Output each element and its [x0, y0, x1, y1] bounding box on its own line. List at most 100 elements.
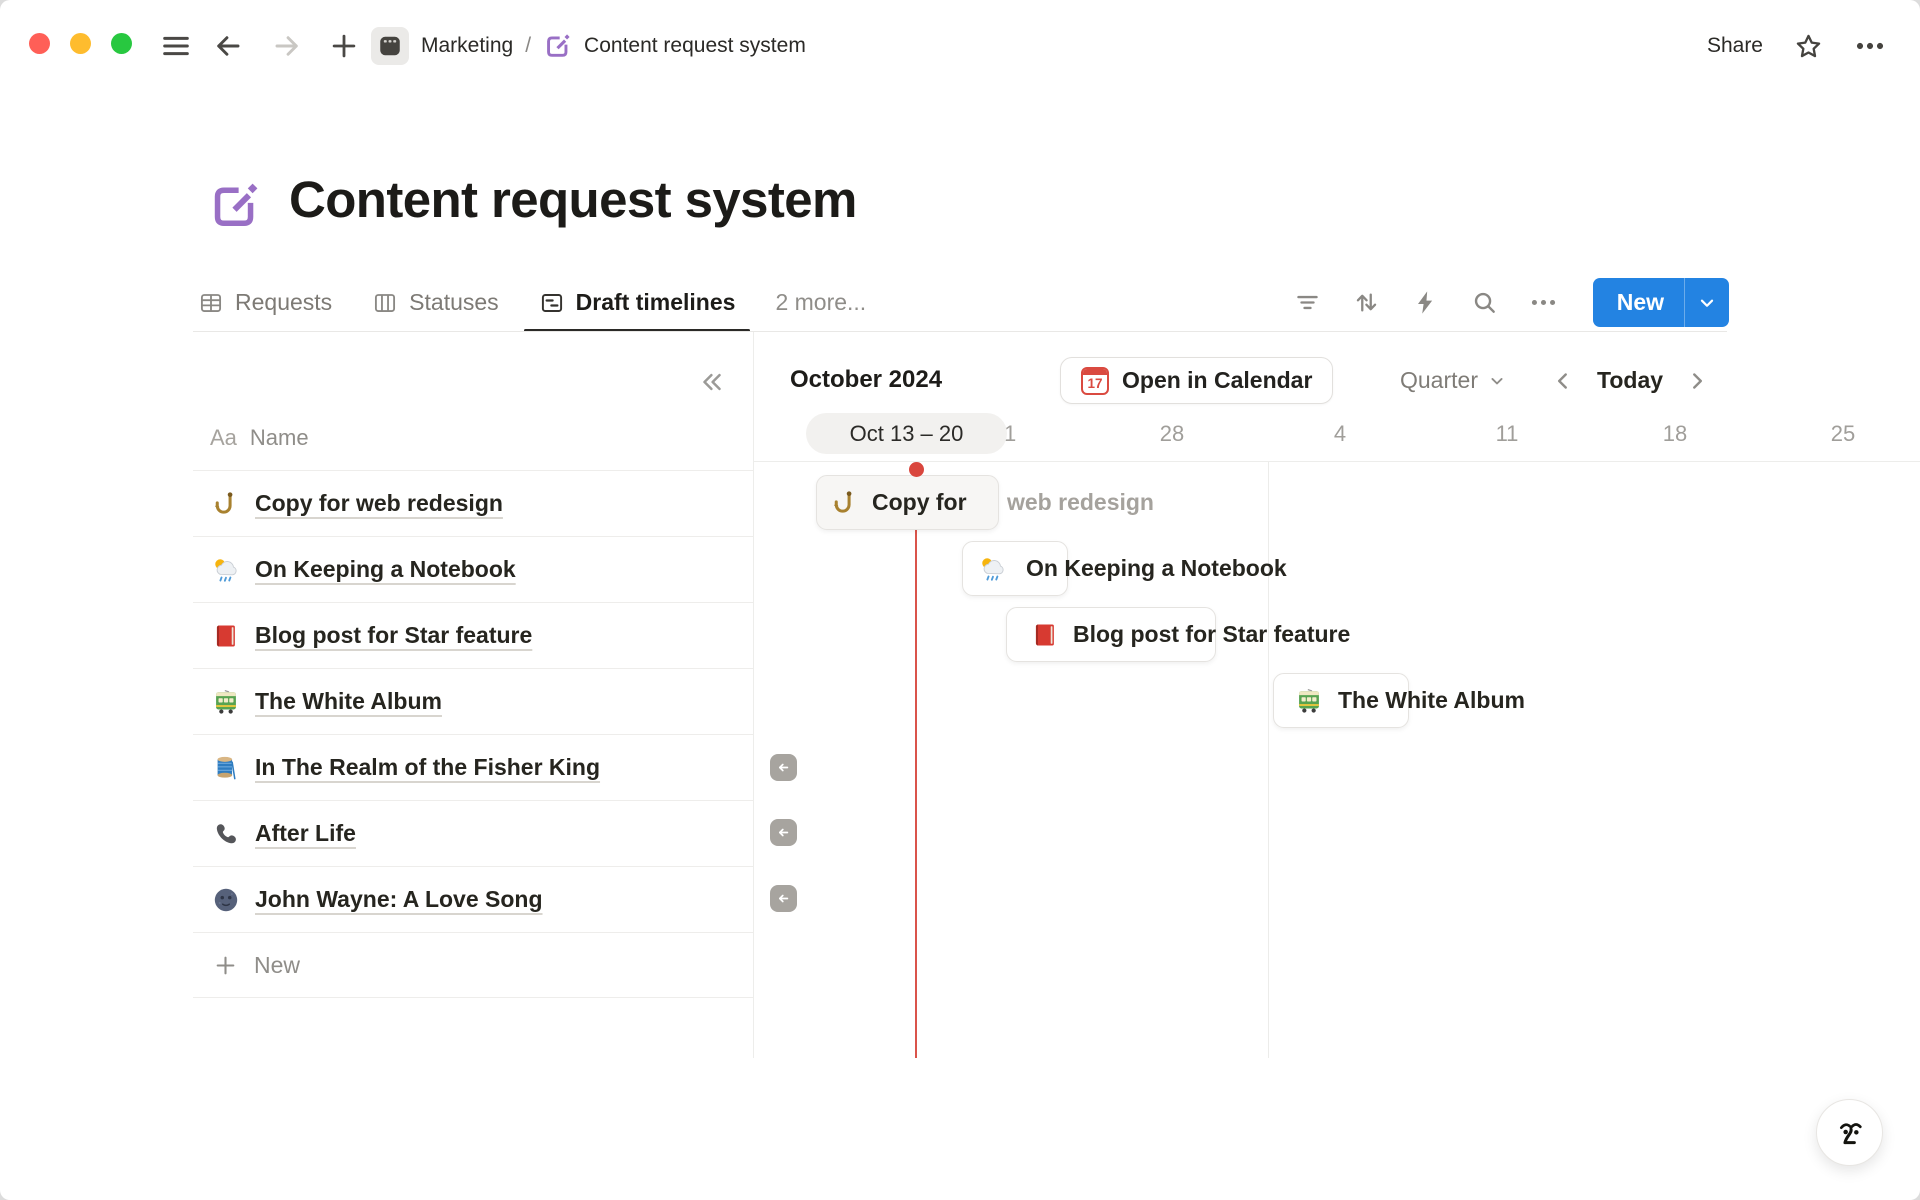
- automations-button[interactable]: [1408, 285, 1444, 321]
- arrow-right-icon: [271, 30, 303, 62]
- scroll-to-item-button[interactable]: [770, 754, 797, 781]
- minimize-window-button[interactable]: [70, 33, 91, 54]
- table-row[interactable]: Copy for web redesign: [193, 470, 753, 536]
- row-name-link[interactable]: After Life: [255, 820, 356, 847]
- row-name-link[interactable]: Copy for web redesign: [255, 490, 503, 517]
- plus-icon: [213, 953, 238, 978]
- sort-button[interactable]: [1349, 285, 1385, 321]
- new-record-button[interactable]: New: [1593, 278, 1729, 327]
- sort-icon: [1352, 288, 1381, 317]
- arrow-left-icon: [212, 30, 244, 62]
- share-button[interactable]: Share: [1707, 34, 1763, 58]
- moon-face-icon: [212, 886, 240, 914]
- table-row[interactable]: On Keeping a Notebook: [193, 536, 753, 602]
- more-options-icon[interactable]: [1854, 30, 1886, 62]
- breadcrumb-page-label[interactable]: Content request system: [584, 34, 806, 58]
- forward-button[interactable]: [267, 26, 307, 66]
- table-row[interactable]: After Life: [193, 800, 753, 866]
- table-row[interactable]: In The Realm of the Fisher King: [193, 734, 753, 800]
- lightning-icon: [1411, 288, 1440, 317]
- filter-icon: [1293, 288, 1322, 317]
- sun-rain-cloud-icon: [979, 555, 1007, 583]
- row-name-link[interactable]: In The Realm of the Fisher King: [255, 754, 600, 781]
- tram-icon: [1295, 687, 1323, 715]
- timeline-bar-overflow-label: Blog post for Star feature: [1073, 607, 1350, 662]
- search-icon: [1470, 288, 1499, 317]
- table-view-icon: [198, 290, 224, 316]
- timeline-scale-selector[interactable]: Quarter: [1400, 357, 1507, 404]
- selected-week-range-pill[interactable]: Oct 13 – 20: [806, 413, 1007, 454]
- back-button[interactable]: [208, 26, 248, 66]
- row-name-link[interactable]: On Keeping a Notebook: [255, 556, 516, 583]
- more-tabs-button[interactable]: 2 more...: [773, 289, 868, 316]
- zoom-window-button[interactable]: [111, 33, 132, 54]
- search-button[interactable]: [1467, 285, 1503, 321]
- row-name-link[interactable]: The White Album: [255, 688, 442, 715]
- table-row[interactable]: The White Album: [193, 668, 753, 734]
- open-in-calendar-label: Open in Calendar: [1122, 367, 1312, 394]
- arrow-left-icon: [775, 890, 792, 907]
- page-icon-button[interactable]: [207, 179, 262, 234]
- table-row[interactable]: John Wayne: A Love Song: [193, 866, 753, 932]
- table-row[interactable]: Blog post for Star feature: [193, 602, 753, 668]
- red-book-icon: [212, 622, 240, 650]
- week-tick-label: 4: [1300, 421, 1380, 447]
- add-row-button[interactable]: New: [193, 932, 753, 998]
- today-marker-dot: [909, 462, 924, 477]
- thread-icon: [212, 754, 240, 782]
- phone-icon: [212, 820, 240, 848]
- week-tick-label: 25: [1803, 421, 1883, 447]
- chevron-right-icon[interactable]: [1684, 368, 1710, 394]
- chevron-down-icon: [1696, 292, 1718, 314]
- teamspace-icon: [377, 33, 403, 59]
- timeline-scale-value: Quarter: [1400, 367, 1478, 394]
- view-options-button[interactable]: [1526, 285, 1562, 321]
- breadcrumb: Marketing / Content request system: [371, 24, 806, 68]
- scroll-to-item-button[interactable]: [770, 885, 797, 912]
- today-button[interactable]: Today: [1597, 367, 1663, 394]
- ai-assistant-button[interactable]: [1816, 1099, 1883, 1166]
- hook-icon: [831, 489, 859, 517]
- close-window-button[interactable]: [29, 33, 50, 54]
- timeline-bar[interactable]: Copy for: [816, 475, 999, 530]
- tab-label: Statuses: [409, 289, 499, 316]
- timeline-view-icon: [539, 290, 565, 316]
- column-name-header[interactable]: Name: [250, 425, 309, 451]
- timeline-bar-overflow-label: On Keeping a Notebook: [1026, 541, 1287, 596]
- date-row-divider: [754, 461, 1920, 462]
- sun-rain-cloud-icon: [212, 556, 240, 584]
- column-type-badge: Aa: [210, 425, 237, 451]
- more-options-icon: [1529, 288, 1558, 317]
- chevron-left-icon[interactable]: [1550, 368, 1576, 394]
- calendar-icon: 17: [1081, 367, 1109, 395]
- timeline-bar-overflow-label: The White Album: [1338, 673, 1525, 728]
- hook-icon: [212, 490, 240, 518]
- new-record-label[interactable]: New: [1593, 278, 1684, 327]
- hamburger-icon: [160, 30, 192, 62]
- topbar-actions: Share: [1707, 24, 1886, 68]
- open-in-calendar-button[interactable]: 17 Open in Calendar: [1060, 357, 1333, 404]
- window-controls: [29, 33, 132, 54]
- tab-requests[interactable]: Requests: [196, 273, 334, 332]
- breadcrumb-workspace-button[interactable]: [371, 27, 409, 65]
- new-record-dropdown[interactable]: [1685, 278, 1729, 327]
- compose-page-icon: [207, 179, 262, 234]
- new-page-button[interactable]: [324, 26, 364, 66]
- scroll-to-item-button[interactable]: [770, 819, 797, 846]
- timeline-bar-overflow-label: web redesign: [1007, 475, 1154, 530]
- view-tabs: Requests Statuses Draft timelines 2 more…: [196, 273, 868, 332]
- breadcrumb-separator: /: [525, 34, 531, 58]
- breadcrumb-workspace-label[interactable]: Marketing: [421, 34, 513, 58]
- filter-button[interactable]: [1290, 285, 1326, 321]
- table-header[interactable]: Aa Name: [193, 408, 753, 468]
- notion-face-icon: [1830, 1113, 1870, 1153]
- sidebar-menu-button[interactable]: [156, 26, 196, 66]
- collapse-sidebar-button[interactable]: [694, 364, 730, 400]
- tab-draft-timelines[interactable]: Draft timelines: [537, 273, 738, 332]
- row-name-link[interactable]: John Wayne: A Love Song: [255, 886, 543, 913]
- favorite-star-icon[interactable]: [1793, 31, 1824, 62]
- red-book-icon: [1031, 621, 1059, 649]
- row-name-link[interactable]: Blog post for Star feature: [255, 622, 532, 649]
- tab-statuses[interactable]: Statuses: [370, 273, 501, 332]
- timeline-month-label[interactable]: October 2024: [790, 366, 942, 394]
